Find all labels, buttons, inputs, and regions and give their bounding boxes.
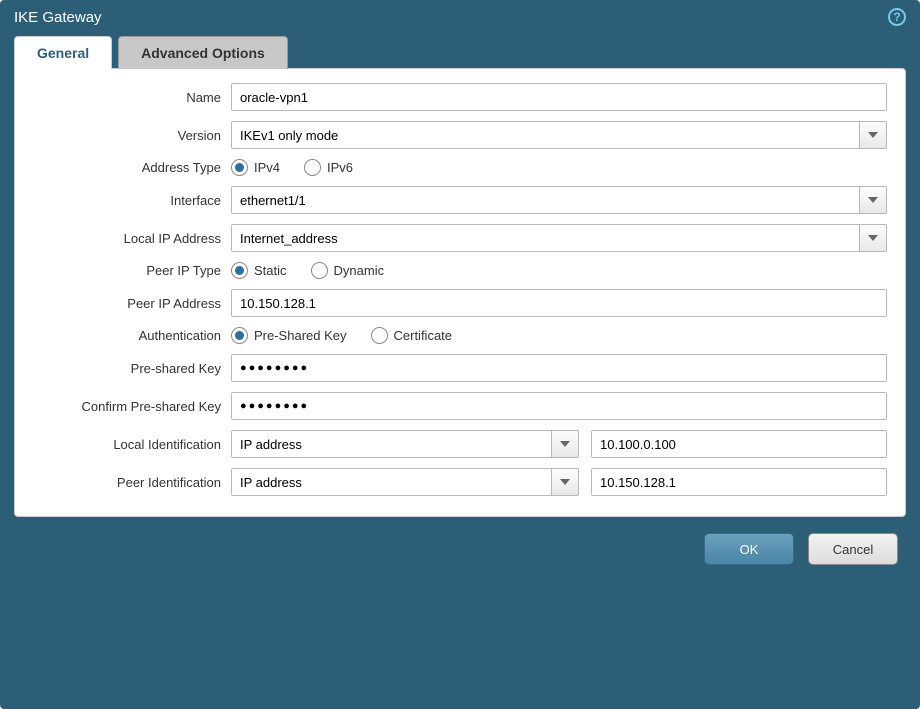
label-local-ip: Local IP Address [33, 231, 231, 246]
label-authentication: Authentication [33, 328, 231, 343]
chevron-down-icon[interactable] [859, 121, 887, 149]
local-ip-value[interactable] [231, 224, 859, 252]
cancel-button[interactable]: Cancel [808, 533, 898, 565]
help-icon[interactable]: ? [888, 8, 906, 26]
peer-ip-type-group: Static Dynamic [231, 262, 887, 279]
address-type-group: IPv4 IPv6 [231, 159, 887, 176]
local-id-type-value[interactable] [231, 430, 551, 458]
radio-icon [231, 262, 248, 279]
local-id-type-select[interactable] [231, 430, 579, 458]
label-peer-ip-type: Peer IP Type [33, 263, 231, 278]
peer-id-type-value[interactable] [231, 468, 551, 496]
label-interface: Interface [33, 193, 231, 208]
chevron-down-icon[interactable] [551, 468, 579, 496]
label-name: Name [33, 90, 231, 105]
dialog-footer: OK Cancel [0, 517, 920, 709]
radio-label-dynamic: Dynamic [334, 263, 385, 278]
ok-button[interactable]: OK [704, 533, 794, 565]
ike-gateway-dialog: IKE Gateway ? General Advanced Options N… [0, 0, 920, 709]
radio-label-ipv6: IPv6 [327, 160, 353, 175]
radio-label-psk: Pre-Shared Key [254, 328, 347, 343]
confirm-psk-input[interactable] [231, 392, 887, 420]
radio-psk[interactable]: Pre-Shared Key [231, 327, 347, 344]
radio-icon [231, 159, 248, 176]
label-address-type: Address Type [33, 160, 231, 175]
chevron-down-icon[interactable] [859, 186, 887, 214]
titlebar: IKE Gateway ? [0, 0, 920, 36]
radio-label-static: Static [254, 263, 287, 278]
tabstrip: General Advanced Options [14, 36, 906, 69]
radio-icon [231, 327, 248, 344]
label-peer-id: Peer Identification [33, 475, 231, 490]
label-confirm-psk: Confirm Pre-shared Key [33, 399, 231, 414]
name-input[interactable] [231, 83, 887, 111]
peer-ip-address-input[interactable] [231, 289, 887, 317]
local-ip-select[interactable] [231, 224, 887, 252]
radio-label-ipv4: IPv4 [254, 160, 280, 175]
interface-select[interactable] [231, 186, 887, 214]
radio-label-certificate: Certificate [394, 328, 453, 343]
radio-icon [311, 262, 328, 279]
radio-ipv4[interactable]: IPv4 [231, 159, 280, 176]
tab-general[interactable]: General [14, 36, 112, 69]
psk-input[interactable] [231, 354, 887, 382]
chevron-down-icon[interactable] [859, 224, 887, 252]
label-version: Version [33, 128, 231, 143]
local-id-value-input[interactable] [591, 430, 887, 458]
radio-static[interactable]: Static [231, 262, 287, 279]
label-psk: Pre-shared Key [33, 361, 231, 376]
chevron-down-icon[interactable] [551, 430, 579, 458]
content-area: General Advanced Options Name Version [0, 36, 920, 517]
dialog-title: IKE Gateway [14, 9, 102, 26]
general-panel: Name Version Address Type [14, 68, 906, 517]
label-peer-ip-address: Peer IP Address [33, 296, 231, 311]
version-value[interactable] [231, 121, 859, 149]
radio-icon [371, 327, 388, 344]
version-select[interactable] [231, 121, 887, 149]
interface-value[interactable] [231, 186, 859, 214]
label-local-id: Local Identification [33, 437, 231, 452]
radio-dynamic[interactable]: Dynamic [311, 262, 385, 279]
radio-icon [304, 159, 321, 176]
radio-ipv6[interactable]: IPv6 [304, 159, 353, 176]
tab-advanced-options[interactable]: Advanced Options [118, 36, 288, 69]
peer-id-value-input[interactable] [591, 468, 887, 496]
authentication-group: Pre-Shared Key Certificate [231, 327, 887, 344]
radio-certificate[interactable]: Certificate [371, 327, 453, 344]
peer-id-type-select[interactable] [231, 468, 579, 496]
